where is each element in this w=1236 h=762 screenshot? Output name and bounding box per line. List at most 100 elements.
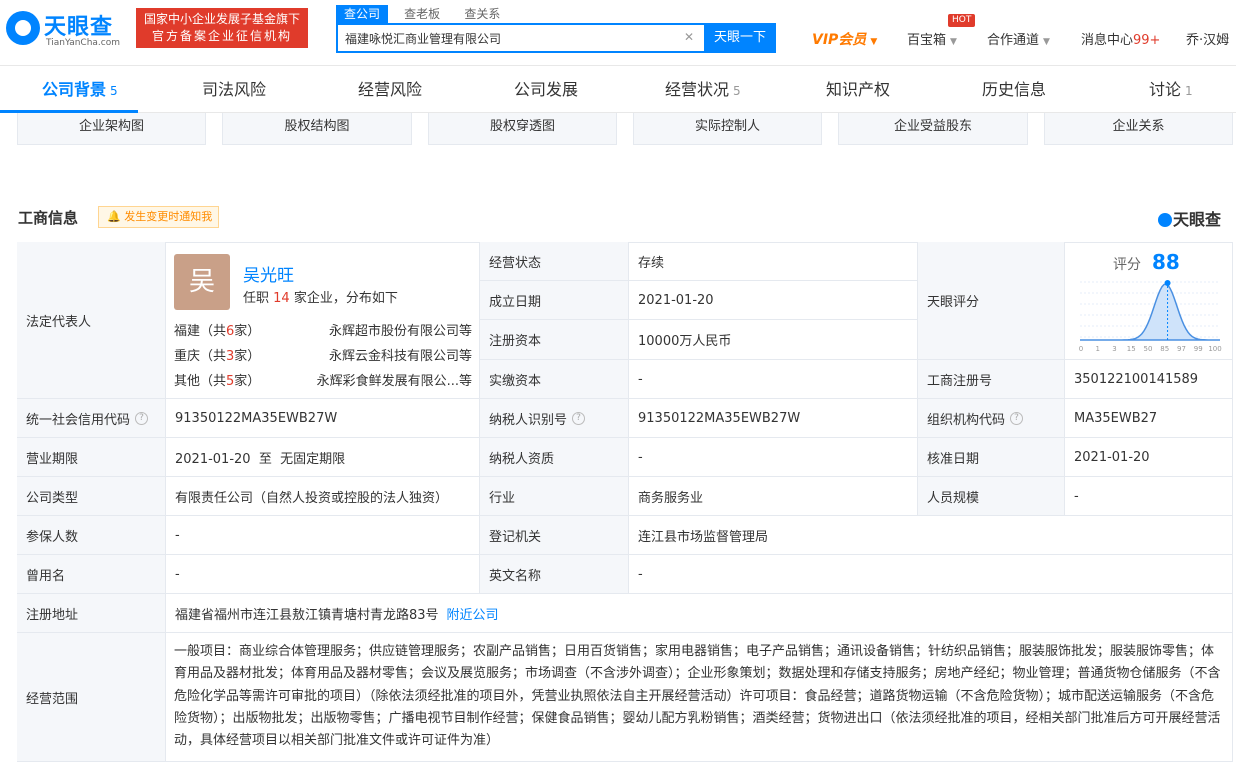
company-link[interactable]: 永辉云金科技有限公司等	[300, 345, 472, 364]
founded-label: 成立日期	[480, 281, 629, 320]
english-name-label: 英文名称	[480, 555, 629, 594]
province-chongqing[interactable]: 重庆（共3家）	[174, 345, 260, 364]
score-tick-label: 3	[1112, 345, 1116, 353]
tab-label: 公司背景	[42, 80, 107, 99]
help-icon[interactable]: ?	[572, 411, 586, 425]
search-input[interactable]	[338, 25, 704, 51]
tab-discussion[interactable]: 讨论 1	[1149, 67, 1193, 113]
cooperate-label: 合作通道	[987, 33, 1040, 48]
tab-company-background[interactable]: 公司背景 5	[42, 67, 118, 113]
logo-text: 天眼查	[44, 15, 114, 40]
user-name: 乔·汉姆	[1186, 33, 1230, 48]
score-tick-label: 50	[1144, 345, 1153, 353]
former-name-label: 曾用名	[17, 555, 166, 594]
top-header: 天眼查 TianYanCha.com 国家中小企业发展子基金旗下 官方备案企业征…	[0, 0, 1236, 66]
score-distribution-chart: 0 1 3 15 50 85 97 99 100	[1079, 280, 1222, 353]
nearby-companies-link[interactable]: 附近公司	[447, 604, 499, 623]
message-center[interactable]: 消息中心99+	[1081, 29, 1160, 48]
company-type-value: 有限责任公司（自然人投资或控股的法人独资）	[166, 477, 480, 516]
province-label: 福建（共	[174, 324, 227, 339]
equity-penetration-button[interactable]: 股权穿透图	[428, 113, 617, 145]
treasure-menu[interactable]: 百宝箱 ▼	[907, 29, 957, 48]
message-count: 99+	[1133, 33, 1161, 48]
main-tabs: 公司背景 5 司法风险 经营风险 公司发展 经营状况 5 知识产权 历史信息 讨论 1	[0, 67, 1236, 113]
legal-rep-name[interactable]: 吴光旺	[243, 261, 294, 286]
taxid-value: 91350122MA35EWB27W	[629, 399, 918, 438]
tianyancha-logo[interactable]: 天眼查 TianYanCha.com	[6, 8, 128, 48]
province-other[interactable]: 其他（共5家）	[174, 370, 260, 389]
tab-judicial-risk[interactable]: 司法风险	[202, 67, 266, 113]
taxid-text: 纳税人识别号	[489, 412, 568, 428]
reg-capital-value: 10000万人民币	[629, 320, 918, 360]
clear-icon[interactable]: ✕	[684, 30, 694, 44]
tab-label: 经营状况	[665, 80, 730, 99]
help-icon[interactable]: ?	[1010, 411, 1024, 425]
company-link[interactable]: 永辉彩食鲜发展有限公...等	[300, 370, 472, 389]
score-tick-label: 85	[1160, 345, 1169, 353]
province-label: 重庆（共	[174, 349, 227, 364]
tab-operation-status[interactable]: 经营状况 5	[665, 67, 741, 113]
summary-suffix: 家企业，分布如下	[293, 291, 398, 306]
chevron-down-icon: ▼	[1043, 37, 1050, 47]
tab-count: 5	[110, 84, 118, 98]
official-badge: 国家中小企业发展子基金旗下 官方备案企业征信机构	[136, 8, 308, 48]
province-unit: 家）	[234, 374, 261, 389]
term-value: 2021-01-20 至 无固定期限	[166, 438, 480, 477]
org-code-label: 组织机构代码?	[918, 399, 1065, 438]
tab-count: 1	[1185, 84, 1193, 98]
status-value: 存续	[629, 242, 918, 281]
search-button[interactable]: 天眼一下	[704, 23, 776, 53]
tab-label: 司法风险	[202, 80, 267, 99]
reg-capital-label: 注册资本	[480, 320, 629, 360]
logo-eye-icon	[1158, 213, 1172, 227]
enterprise-relation-button[interactable]: 企业关系	[1044, 113, 1233, 145]
score-caption: 评分	[1113, 257, 1141, 273]
paid-capital-label: 实缴资本	[480, 360, 629, 399]
summary-count: 14	[273, 291, 290, 306]
avatar[interactable]: 吴	[174, 254, 230, 310]
approve-date-label: 核准日期	[918, 438, 1065, 477]
tab-history[interactable]: 历史信息	[982, 67, 1046, 113]
beneficial-owner-button[interactable]: 企业受益股东	[838, 113, 1028, 145]
enterprise-structure-button[interactable]: 企业架构图	[17, 113, 206, 145]
score-value[interactable]: 88	[1152, 250, 1180, 274]
search-tab-relation[interactable]: 查关系	[456, 5, 508, 23]
taxid-label: 纳税人识别号?	[480, 399, 629, 438]
vip-menu[interactable]: VIP会员 ▼	[812, 29, 877, 49]
tab-ip[interactable]: 知识产权	[826, 67, 890, 113]
tab-operation-risk[interactable]: 经营风险	[358, 67, 422, 113]
insured-value: -	[166, 516, 480, 555]
staff-size-label: 人员规模	[918, 477, 1065, 516]
section-title: 工商信息	[18, 209, 79, 227]
tab-count: 5	[733, 84, 741, 98]
user-menu[interactable]: 乔·汉姆	[1186, 29, 1229, 48]
notify-button[interactable]: 🔔 发生变更时通知我	[98, 206, 220, 228]
search-tab-company[interactable]: 查公司	[336, 5, 389, 23]
equity-structure-button[interactable]: 股权结构图	[222, 113, 412, 145]
score-tick-label: 15	[1127, 345, 1136, 353]
score-tick-label: 1	[1096, 345, 1100, 353]
vip-label: VIP会员	[812, 32, 867, 48]
tab-development[interactable]: 公司发展	[514, 67, 578, 113]
english-name-value: -	[629, 555, 1233, 594]
search-tab-boss[interactable]: 查老板	[396, 5, 448, 23]
search-box: ✕	[336, 23, 704, 53]
message-label: 消息中心	[1081, 33, 1134, 48]
hot-badge: HOT	[948, 14, 976, 27]
tab-label: 经营风险	[358, 80, 423, 99]
help-icon[interactable]: ?	[135, 411, 149, 425]
score-label-cell: 天眼评分	[918, 242, 1065, 360]
chevron-down-icon: ▼	[870, 37, 878, 47]
credit-code-label: 统一社会信用代码?	[17, 399, 166, 438]
chevron-down-icon: ▼	[950, 37, 957, 47]
actual-controller-button[interactable]: 实际控制人	[633, 113, 822, 145]
brand-watermark: 天眼查	[1158, 206, 1221, 230]
logo-domain: TianYanCha.com	[46, 38, 121, 48]
province-fujian[interactable]: 福建（共6家）	[174, 320, 260, 339]
authority-label: 登记机关	[480, 516, 629, 555]
province-unit: 家）	[234, 324, 261, 339]
paid-capital-value: -	[629, 360, 918, 399]
cooperate-menu[interactable]: 合作通道 ▼	[987, 29, 1050, 48]
company-link[interactable]: 永辉超市股份有限公司等	[300, 320, 472, 339]
score-marker-pin	[1164, 280, 1171, 286]
